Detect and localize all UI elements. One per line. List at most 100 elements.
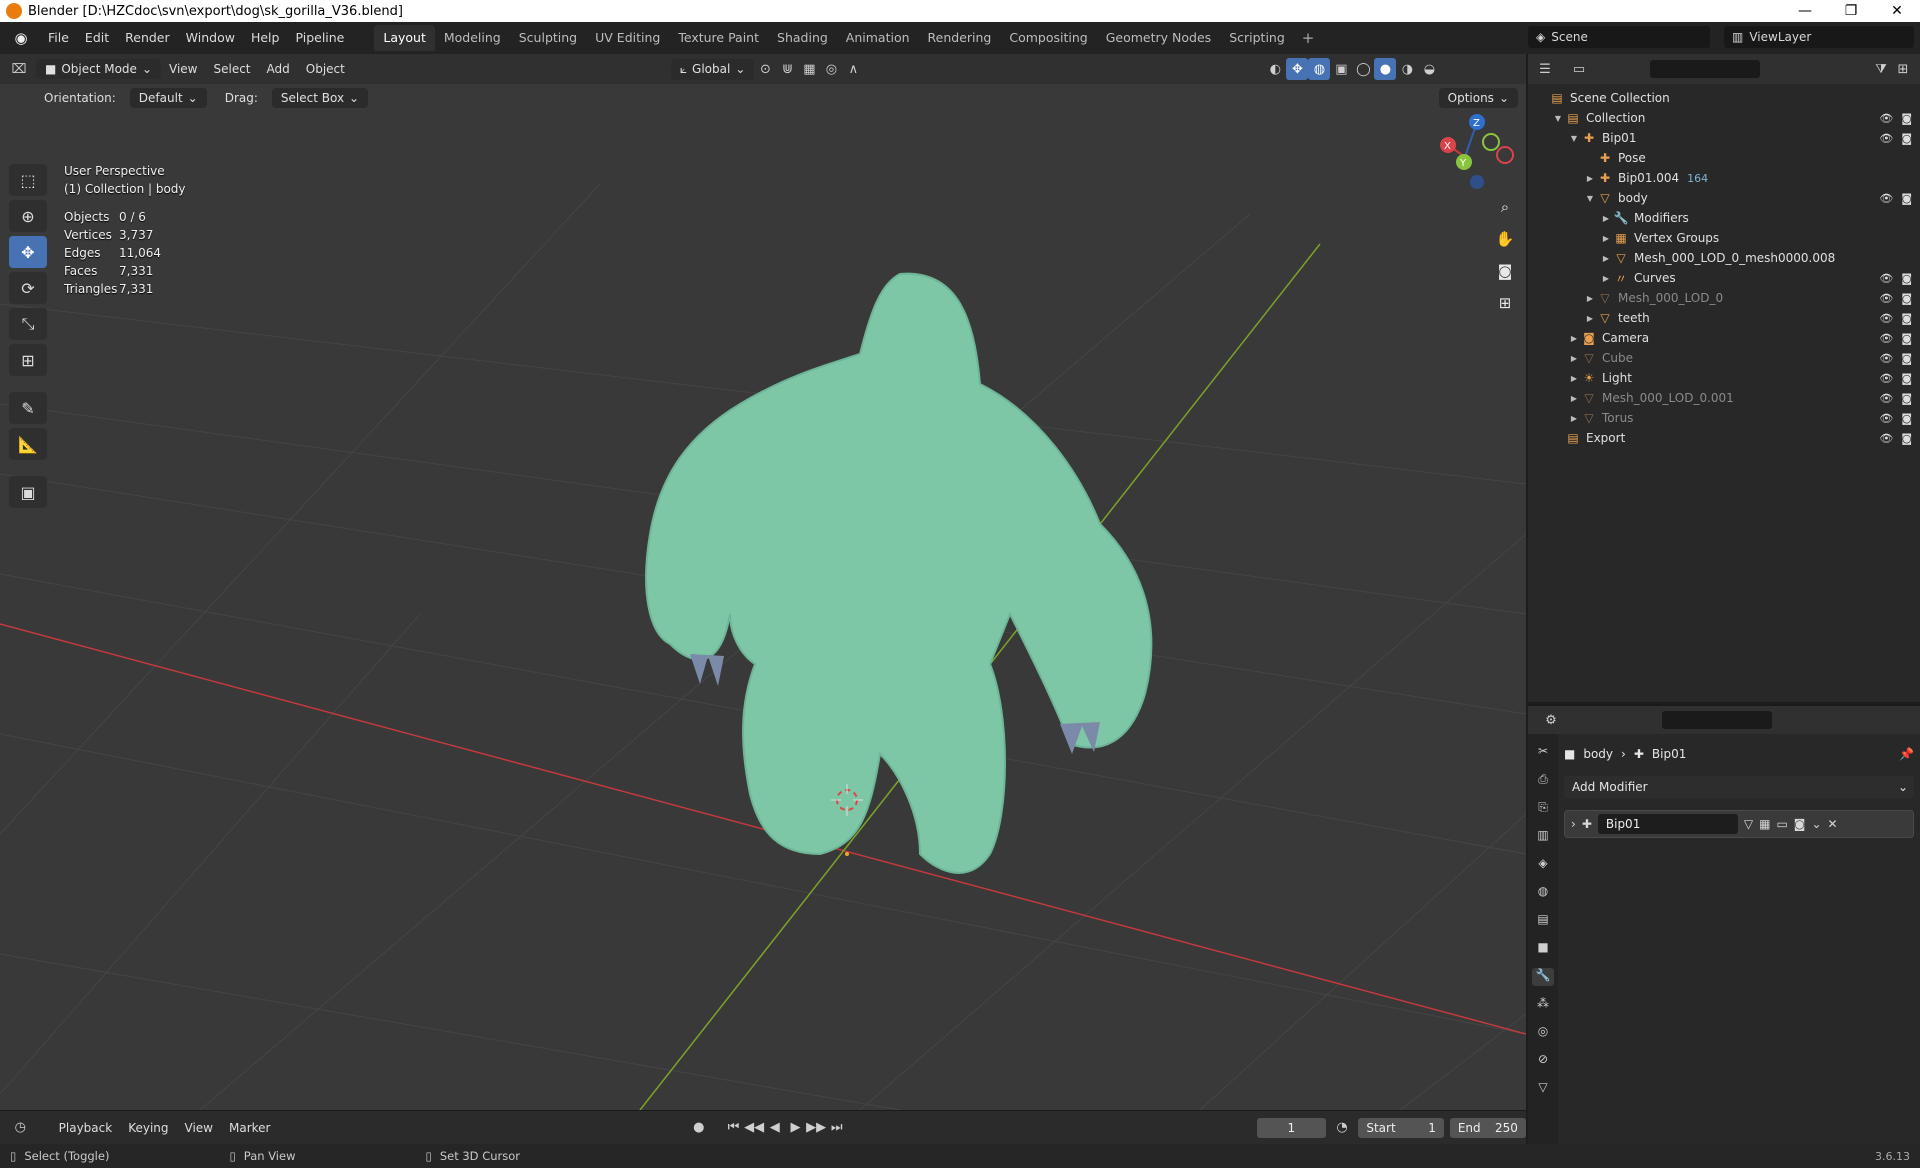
render-visibility-icon[interactable]: ◙ [1901,352,1912,365]
render-visibility-icon[interactable]: ◙ [1901,192,1912,205]
particles-tab-icon[interactable]: ⁂ [1532,996,1554,1014]
expand-arrow-icon[interactable]: ▶ [1600,274,1612,283]
expand-arrow-icon[interactable]: ▶ [1568,374,1580,383]
output-tab-icon[interactable]: ⎘ [1532,800,1554,818]
menu-playback[interactable]: Playback [51,1121,121,1135]
render-visibility-icon[interactable]: ◙ [1901,312,1912,325]
viewport-toggle-icon[interactable]: ▭ [1776,817,1787,831]
menu-object[interactable]: Object [298,62,353,76]
expand-arrow-icon[interactable]: ▶ [1600,254,1612,263]
menu-select[interactable]: Select [205,62,258,76]
move-tool-icon[interactable]: ✥ [9,236,47,268]
edit-mode-toggle-icon[interactable]: ▽ [1744,817,1753,831]
tab-shading[interactable]: Shading [768,25,837,51]
hide-in-viewport-icon[interactable]: 👁 [1879,272,1893,285]
display-mode-icon[interactable]: ▭ [1568,58,1590,80]
editor-type-icon[interactable]: ⌧ [8,58,30,80]
outliner-row[interactable]: ▶ ◙ Camera 👁 ◙ [1528,328,1920,348]
expand-arrow-icon[interactable]: ▶ [1584,294,1596,303]
view-layer-tab-icon[interactable]: ▥ [1532,828,1554,846]
scale-tool-icon[interactable]: ⤡ [9,308,47,340]
menu-add[interactable]: Add [259,62,298,76]
modifier-menu-icon[interactable]: ⌄ [1811,817,1821,831]
outliner-row[interactable]: ▤ Export 👁 ◙ [1528,428,1920,448]
rotate-tool-icon[interactable]: ⟳ [9,272,47,304]
expand-arrow-icon[interactable]: ▶ [1600,234,1612,243]
render-visibility-icon[interactable]: ◙ [1901,392,1912,405]
constraints-tab-icon[interactable]: ⊘ [1532,1052,1554,1070]
next-keyframe-icon[interactable]: ▶▶ [806,1117,827,1139]
tab-scripting[interactable]: Scripting [1220,25,1294,51]
outliner-row[interactable]: ▶ ▦ Vertex Groups [1528,228,1920,248]
properties-search-input[interactable] [1662,711,1772,729]
record-icon[interactable]: ● [688,1117,709,1139]
select-box-tool-icon[interactable]: ⬚ [9,164,47,196]
object-tab-icon[interactable]: ■ [1532,940,1554,958]
viewport-scene[interactable]: Z X Y [0,54,1526,1110]
add-cube-tool-icon[interactable]: ▣ [9,476,47,508]
hide-in-viewport-icon[interactable]: 👁 [1879,292,1893,305]
minimize-button[interactable]: — [1782,0,1828,22]
tab-uv-editing[interactable]: UV Editing [586,25,669,51]
render-visibility-icon[interactable]: ◙ [1901,132,1912,145]
render-visibility-icon[interactable]: ◙ [1901,112,1912,125]
proportional-edit-icon[interactable]: ◎ [820,58,842,80]
expand-arrow-icon[interactable]: ▶ [1568,394,1580,403]
data-tab-icon[interactable]: ▽ [1532,1080,1554,1098]
restore-button[interactable]: ❐ [1828,0,1874,22]
outliner-row[interactable]: ✚ Pose [1528,148,1920,168]
pin-icon[interactable]: 📌 [1899,747,1914,761]
options-dropdown[interactable]: Options ⌄ [1438,88,1518,108]
hide-in-viewport-icon[interactable]: 👁 [1879,432,1893,445]
tab-texture-paint[interactable]: Texture Paint [669,25,768,51]
3d-viewport[interactable]: Z X Y ⌧ ■ Object Mode ⌄ View Select Add … [0,54,1526,1110]
modifier-name-field[interactable]: Bip01 [1597,814,1738,834]
wireframe-shading-icon[interactable]: ◯ [1352,58,1374,80]
blender-menu-icon[interactable]: ◉ [10,29,32,47]
play-reverse-icon[interactable]: ◀ [764,1117,785,1139]
current-frame-field[interactable]: 1 [1257,1117,1326,1138]
world-tab-icon[interactable]: ◍ [1532,884,1554,902]
collection-tab-icon[interactable]: ▤ [1532,912,1554,930]
perspective-toggle-icon[interactable]: ⊞ [1492,290,1518,316]
render-visibility-icon[interactable]: ◙ [1901,372,1912,385]
menu-view[interactable]: View [161,62,205,76]
hide-in-viewport-icon[interactable]: 👁 [1879,392,1893,405]
render-toggle-icon[interactable]: ◙ [1794,817,1806,831]
jump-end-icon[interactable]: ⏭ [826,1117,847,1139]
gorilla-model[interactable] [645,272,1153,874]
expand-arrow-icon[interactable]: ▼ [1584,194,1596,203]
menu-edit[interactable]: Edit [77,22,117,54]
solid-shading-icon[interactable]: ● [1374,58,1397,80]
tab-animation[interactable]: Animation [837,25,919,51]
menu-pipeline[interactable]: Pipeline [287,22,352,54]
outliner-row[interactable]: ▶ ▽ Mesh_000_LOD_0_mesh0000.008 [1528,248,1920,268]
gizmo-toggle-icon[interactable]: ✥ [1286,58,1309,80]
menu-help[interactable]: Help [243,22,288,54]
hide-in-viewport-icon[interactable]: 👁 [1879,412,1893,425]
tab-compositing[interactable]: Compositing [1000,25,1096,51]
hide-in-viewport-icon[interactable]: 👁 [1879,192,1893,205]
outliner-row[interactable]: ▶ ☀ Light 👁 ◙ [1528,368,1920,388]
orientation-dropdown[interactable]: Default ⌄ [129,88,207,108]
tab-sculpting[interactable]: Sculpting [510,25,586,51]
overlays-toggle-icon[interactable]: ◍ [1308,58,1331,80]
outliner-row[interactable]: ▶ ✚ Bip01.004 164 [1528,168,1920,188]
outliner-row[interactable]: ▶ 〃 Curves 👁 ◙ [1528,268,1920,288]
measure-tool-icon[interactable]: 📐 [9,428,47,460]
outliner-row[interactable]: ▶ ▽ Mesh_000_LOD_0 👁 ◙ [1528,288,1920,308]
annotate-tool-icon[interactable]: ✎ [9,392,47,424]
add-modifier-dropdown[interactable]: Add Modifier ⌄ [1564,776,1914,798]
navigation-gizmo[interactable]: Z X Y [1440,114,1514,189]
camera-view-icon[interactable]: ◙ [1492,258,1518,284]
tab-geometry-nodes[interactable]: Geometry Nodes [1097,25,1220,51]
outliner-search-input[interactable] [1650,60,1760,78]
start-frame-field[interactable]: Start 1 [1358,1117,1444,1138]
render-visibility-icon[interactable]: ◙ [1901,412,1912,425]
expand-arrow-icon[interactable]: ▶ [1584,314,1596,323]
hide-in-viewport-icon[interactable]: 👁 [1879,132,1893,145]
hide-in-viewport-icon[interactable]: 👁 [1879,332,1893,345]
pivot-point-icon[interactable]: ⊙ [754,58,776,80]
render-tab-icon[interactable]: ⎙ [1532,772,1554,790]
render-visibility-icon[interactable]: ◙ [1901,272,1912,285]
